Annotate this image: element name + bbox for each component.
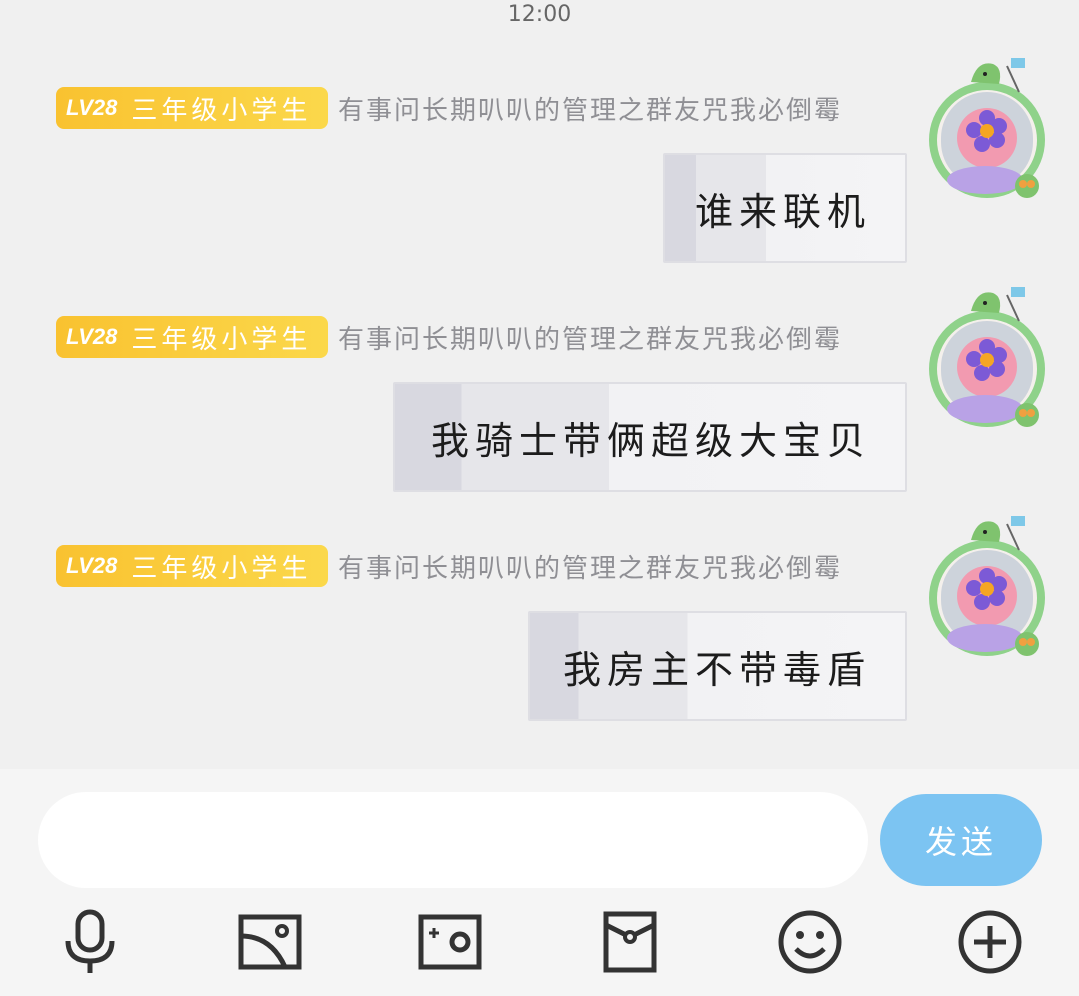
- level-badge: LV28 三年级小学生: [56, 545, 328, 587]
- camera-button[interactable]: [414, 906, 486, 978]
- plus-icon: [958, 910, 1022, 974]
- message-item: LV28 三年级小学生 有事问长期叭叭的管理之群友咒我必倒霉 我房主不带毒盾: [0, 516, 1079, 745]
- emoji-icon: [778, 910, 842, 974]
- sender-nickname: 有事问长期叭叭的管理之群友咒我必倒霉: [338, 324, 843, 355]
- red-packet-button[interactable]: [594, 906, 666, 978]
- status-time: 12:00: [507, 2, 572, 27]
- message-text: 我骑士带俩超级大宝贝: [430, 418, 871, 463]
- message-text: 谁来联机: [694, 189, 871, 234]
- emoji-button[interactable]: [774, 906, 846, 978]
- avatar[interactable]: [927, 281, 1047, 431]
- message-item: LV28 三年级小学生 有事问长期叭叭的管理之群友咒我必倒霉 谁来联机: [0, 58, 1079, 287]
- message-item: LV28 三年级小学生 有事问长期叭叭的管理之群友咒我必倒霉 我骑士带俩超级大宝…: [0, 287, 1079, 516]
- camera-icon: [418, 914, 482, 970]
- rank-title: 三年级小学生: [131, 324, 312, 355]
- avatar[interactable]: [927, 52, 1047, 202]
- voice-button[interactable]: [54, 906, 126, 978]
- sender-nickname: 有事问长期叭叭的管理之群友咒我必倒霉: [338, 95, 843, 126]
- more-button[interactable]: [954, 906, 1026, 978]
- message-text: 我房主不带毒盾: [562, 647, 871, 692]
- message-meta: LV28 三年级小学生 有事问长期叭叭的管理之群友咒我必倒霉: [56, 316, 842, 358]
- level-label: LV28: [66, 324, 118, 349]
- level-label: LV28: [66, 553, 118, 578]
- message-meta: LV28 三年级小学生 有事问长期叭叭的管理之群友咒我必倒霉: [56, 87, 842, 129]
- microphone-icon: [65, 909, 115, 973]
- sender-nickname: 有事问长期叭叭的管理之群友咒我必倒霉: [338, 553, 843, 584]
- red-packet-icon: [603, 911, 657, 973]
- avatar[interactable]: [927, 510, 1047, 660]
- send-button[interactable]: 发送: [880, 794, 1042, 886]
- rank-title: 三年级小学生: [131, 95, 312, 126]
- message-bubble[interactable]: 我房主不带毒盾: [528, 611, 907, 721]
- message-bubble[interactable]: 我骑士带俩超级大宝贝: [393, 382, 907, 492]
- rank-title: 三年级小学生: [131, 553, 312, 584]
- album-button[interactable]: [234, 906, 306, 978]
- message-input[interactable]: [38, 792, 868, 888]
- level-badge: LV28 三年级小学生: [56, 87, 328, 129]
- level-badge: LV28 三年级小学生: [56, 316, 328, 358]
- level-label: LV28: [66, 95, 118, 120]
- message-bubble[interactable]: 谁来联机: [663, 153, 907, 263]
- image-icon: [238, 914, 302, 970]
- composer-bar: 发送: [0, 769, 1079, 996]
- message-meta: LV28 三年级小学生 有事问长期叭叭的管理之群友咒我必倒霉: [56, 545, 842, 587]
